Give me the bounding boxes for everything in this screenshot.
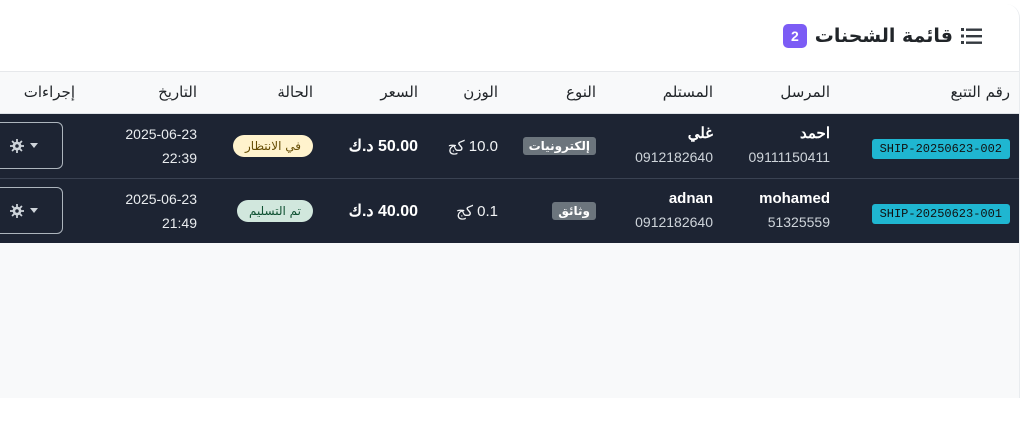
weight-value: 0.1 كج xyxy=(456,202,498,220)
table-row[interactable]: SHIP-20250623-002 احمد 09111150411 غلي 0… xyxy=(0,113,1019,178)
receiver-name: adnan xyxy=(668,189,713,207)
page-title: قائمة الشحنات 2 xyxy=(782,24,983,48)
gear-icon xyxy=(9,138,24,153)
sender-name: احمد xyxy=(800,124,830,142)
receiver-phone: 0912182640 xyxy=(635,148,713,165)
col-actions: إجراءات xyxy=(0,72,85,114)
card-header: قائمة الشحنات 2 xyxy=(0,4,1019,72)
receiver-phone: 0912182640 xyxy=(635,213,713,230)
col-weight[interactable]: الوزن xyxy=(428,72,508,114)
actions-dropdown-button[interactable] xyxy=(0,122,63,169)
date-value: 2025-06-23 xyxy=(125,190,197,207)
tracking-badge: SHIP-20250623-001 xyxy=(871,203,1010,224)
date-value: 2025-06-23 xyxy=(125,125,197,142)
weight-value: 10.0 كج xyxy=(447,137,498,155)
time-value: 22:39 xyxy=(161,149,197,166)
status-badge: في الانتظار xyxy=(233,134,313,157)
count-badge: 2 xyxy=(782,24,807,48)
col-status[interactable]: الحالة xyxy=(207,72,323,114)
list-icon xyxy=(961,25,983,47)
col-sender[interactable]: المرسل xyxy=(723,72,840,114)
table-row[interactable]: SHIP-20250623-001 mohamed 51325559 adnan… xyxy=(0,177,1019,243)
tracking-badge: SHIP-20250623-002 xyxy=(871,138,1010,159)
table-header-row: رقم التتبع المرسل المستلم النوع الوزن ال… xyxy=(0,72,1019,114)
shipments-card: قائمة الشحنات 2 رقم التتبع المرسل المستل… xyxy=(0,4,1020,398)
chevron-down-icon xyxy=(29,208,38,214)
status-badge: تم التسليم xyxy=(236,199,313,222)
sender-name: mohamed xyxy=(759,189,830,207)
receiver-name: غلي xyxy=(687,124,713,142)
price-value: 50.00 د.ك xyxy=(348,137,418,155)
sender-phone: 09111150411 xyxy=(748,148,831,165)
col-type[interactable]: النوع xyxy=(508,72,606,114)
col-receiver[interactable]: المستلم xyxy=(606,72,723,114)
type-badge: وثائق xyxy=(552,201,596,220)
type-badge: إلكترونيات xyxy=(522,136,596,155)
gear-icon xyxy=(9,203,24,218)
col-price[interactable]: السعر xyxy=(323,72,428,114)
col-date[interactable]: التاريخ xyxy=(85,72,207,114)
col-tracking[interactable]: رقم التتبع xyxy=(840,72,1019,114)
sender-phone: 51325559 xyxy=(767,213,830,230)
title-text: قائمة الشحنات xyxy=(814,25,953,47)
time-value: 21:49 xyxy=(161,214,197,231)
actions-dropdown-button[interactable] xyxy=(0,187,63,235)
chevron-down-icon xyxy=(29,143,38,148)
price-value: 40.00 د.ك xyxy=(348,202,418,220)
shipments-table: رقم التتبع المرسل المستلم النوع الوزن ال… xyxy=(0,72,1019,243)
